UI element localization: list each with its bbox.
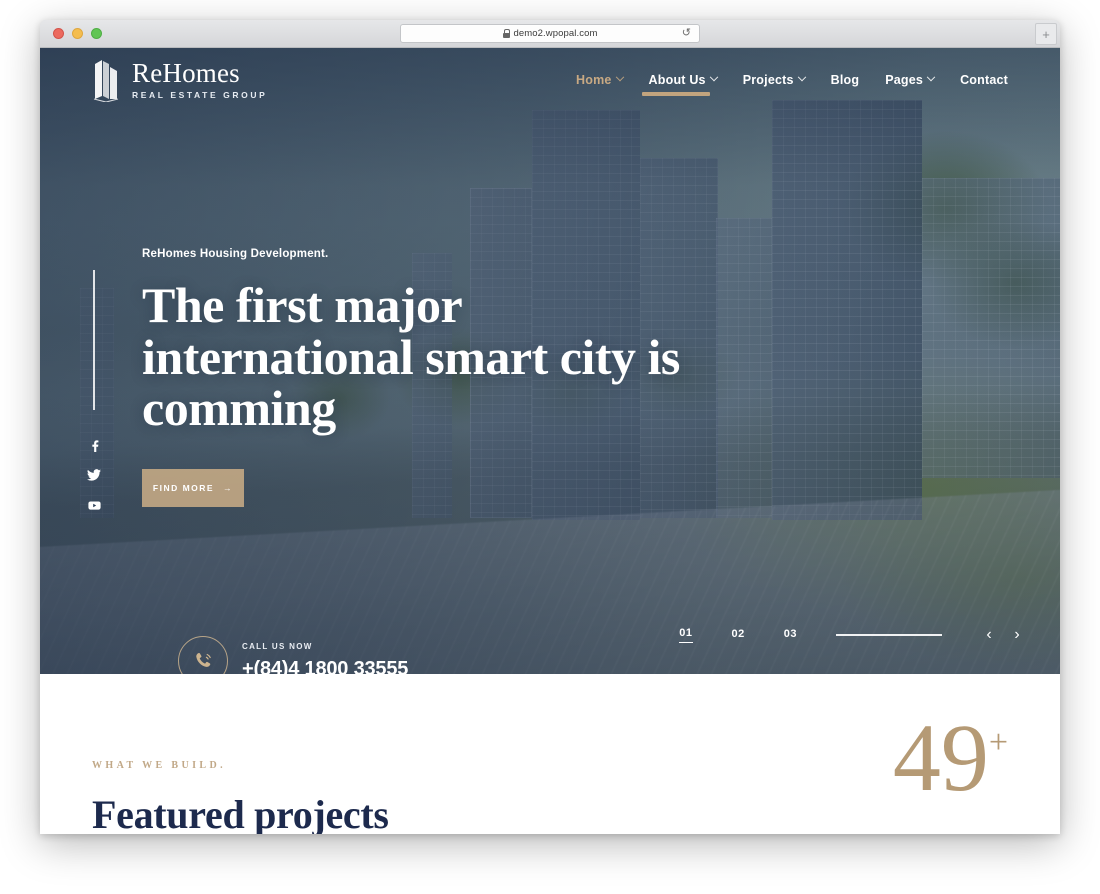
chevron-down-icon	[926, 72, 936, 82]
nav-item-projects[interactable]: Projects	[742, 72, 806, 87]
chevron-down-icon	[797, 72, 806, 82]
slider-progress-track[interactable]	[836, 634, 942, 636]
twitter-icon[interactable]	[85, 466, 103, 484]
phone-icon	[178, 636, 228, 674]
featured-projects-section: WHAT WE BUILD. Featured projects 49 +	[40, 674, 1060, 834]
nav-label: Contact	[960, 73, 1008, 87]
slide-indicator-01[interactable]: 01	[679, 627, 693, 643]
reload-icon[interactable]: ↺	[682, 28, 691, 39]
nav-item-blog[interactable]: Blog	[831, 73, 860, 87]
browser-window: demo2.wpopal.com ↺ + ReHomes REAL ESTATE…	[40, 20, 1060, 834]
phone-number: +(84)4 1800 33555	[242, 657, 409, 675]
hero-title: The first major international smart city…	[142, 277, 680, 436]
nav-item-about-us[interactable]: About Us	[648, 72, 718, 87]
nav-label: Pages	[885, 73, 924, 87]
nav-item-home[interactable]: Home	[576, 72, 624, 87]
find-more-label: FIND MORE	[152, 482, 215, 493]
new-tab-button[interactable]: +	[1035, 23, 1057, 45]
counter-value: 49	[892, 704, 989, 811]
site-header: ReHomes REAL ESTATE GROUP Home About Us …	[40, 48, 1060, 112]
browser-chrome: demo2.wpopal.com ↺ +	[40, 20, 1060, 48]
nav-label: Blog	[830, 73, 860, 87]
maximize-window-button[interactable]	[91, 28, 102, 39]
building-icon	[93, 60, 119, 102]
nav-label: Home	[576, 73, 612, 87]
projects-counter: 49 +	[892, 704, 1008, 811]
slider-navigation: 01 02 03 ‹ ›	[679, 624, 1028, 646]
arrow-right-icon: →	[223, 482, 234, 493]
address-bar[interactable]: demo2.wpopal.com ↺	[400, 24, 700, 43]
main-navigation: Home About Us Projects Blog Pages Contac…	[576, 72, 1008, 87]
youtube-icon[interactable]	[85, 496, 103, 514]
slide-indicator-03[interactable]: 03	[784, 628, 797, 643]
chevron-down-icon	[709, 72, 718, 82]
social-rail	[82, 270, 106, 526]
logo-name: ReHomes	[132, 58, 240, 89]
page-viewport: ReHomes REAL ESTATE GROUP Home About Us …	[40, 48, 1060, 834]
hero-eyebrow: ReHomes Housing Development.	[142, 248, 329, 260]
lock-icon	[502, 29, 510, 38]
minimize-window-button[interactable]	[72, 28, 83, 39]
nav-label: Projects	[742, 73, 794, 87]
call-us-label: CALL US NOW	[242, 641, 313, 651]
nav-label: About Us	[648, 73, 706, 87]
call-us-block[interactable]: CALL US NOW +(84)4 1800 33555	[178, 636, 408, 674]
site-logo[interactable]: ReHomes REAL ESTATE GROUP	[92, 58, 267, 102]
featured-eyebrow: WHAT WE BUILD.	[92, 760, 227, 771]
slide-indicator-02[interactable]: 02	[732, 628, 745, 643]
logo-tagline: REAL ESTATE GROUP	[132, 90, 268, 101]
rail-divider-line	[93, 270, 95, 410]
featured-title: Featured projects	[92, 792, 389, 834]
nav-item-contact[interactable]: Contact	[960, 73, 1008, 87]
hero-content: ReHomes Housing Development. The first m…	[142, 248, 702, 507]
close-window-button[interactable]	[53, 28, 64, 39]
slider-prev-button[interactable]: ‹	[978, 624, 1000, 646]
slider-next-button[interactable]: ›	[1006, 624, 1028, 646]
facebook-icon[interactable]	[85, 436, 103, 454]
nav-item-pages[interactable]: Pages	[885, 72, 936, 87]
find-more-button[interactable]: FIND MORE →	[142, 468, 244, 507]
url-text: demo2.wpopal.com	[513, 28, 598, 39]
counter-suffix: +	[988, 724, 1008, 761]
hero-section: ReHomes REAL ESTATE GROUP Home About Us …	[40, 48, 1060, 674]
traffic-lights	[53, 28, 102, 39]
chevron-down-icon	[615, 72, 624, 82]
